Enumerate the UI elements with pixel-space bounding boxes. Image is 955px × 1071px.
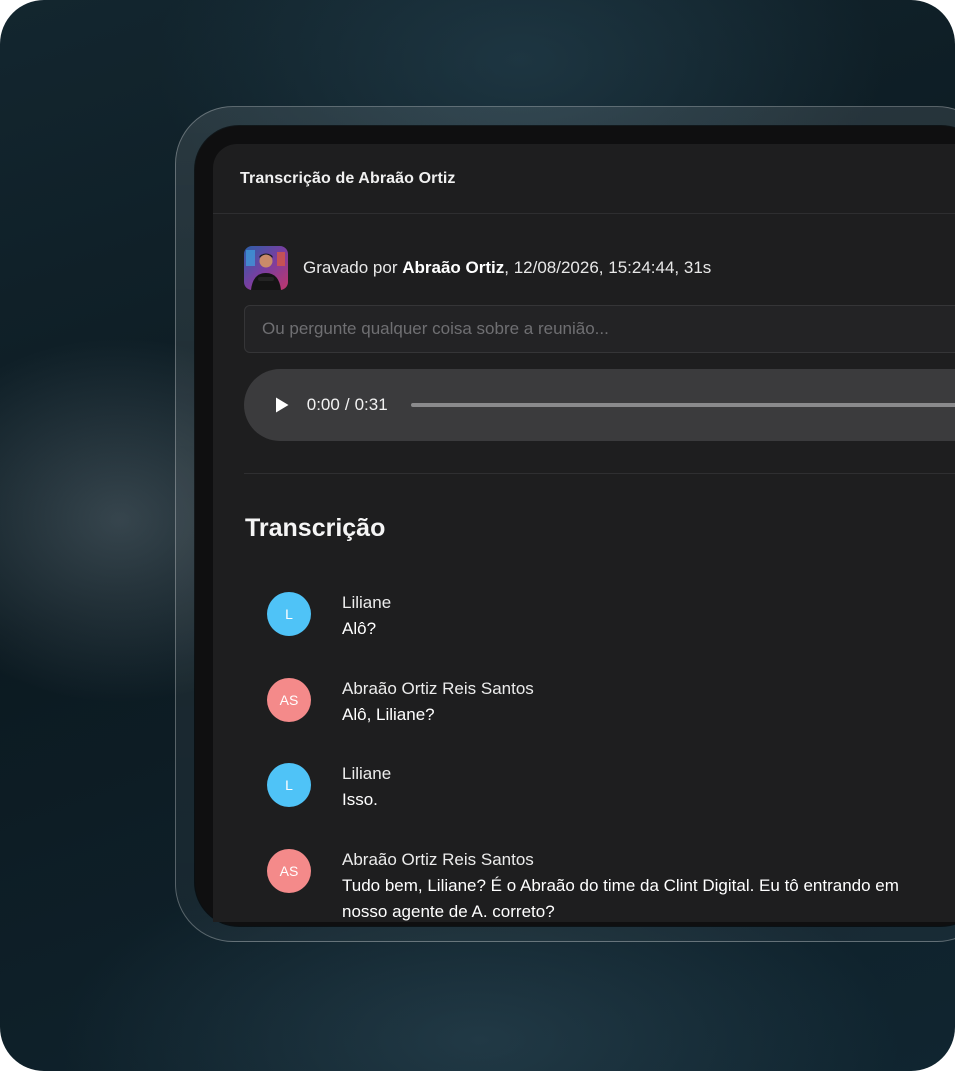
speaker-name: Abraão Ortiz Reis Santos [342,849,534,869]
panel-header: Transcrição de Abraão Ortiz [213,144,955,214]
play-icon [275,397,289,413]
section-divider [244,473,955,474]
recording-meta: Gravado por Abraão Ortiz, 12/08/2026, 15… [244,246,711,290]
speaker-avatar: L [267,592,311,636]
transcript-entry: AS Abraão Ortiz Reis Santos Tudo bem, Li… [267,847,955,923]
speaker-avatar: AS [267,677,311,722]
speaker-name: Abraão Ortiz Reis Santos [342,678,534,698]
transcript-list: L Liliane Alô? AS Abraão Ortiz Reis Sant… [267,590,955,922]
transcript-entry: AS Abraão Ortiz Reis Santos Alô, Liliane… [267,676,955,762]
transcript-entry-body: Abraão Ortiz Reis Santos Tudo bem, Lilia… [342,847,899,923]
recording-meta-text: Gravado por Abraão Ortiz, 12/08/2026, 15… [303,258,711,278]
recording-details: , 12/08/2026, 15:24:44, 31s [504,258,712,277]
recorder-avatar [244,246,288,290]
speaker-avatar: AS [267,848,311,893]
speaker-text: Isso. [342,790,378,809]
speaker-avatar: L [267,763,311,807]
transcript-entry-body: Liliane Isso. [342,761,391,813]
speaker-text: Tudo bem, Liliane? É o Abraão do time da… [342,875,899,895]
transcription-panel: Transcrição de Abraão Ortiz Gravado por … [213,144,955,922]
speaker-name: Liliane [342,764,392,783]
speaker-text: Alô, Liliane? [342,704,435,724]
transcript-entry: L Liliane Alô? [267,590,955,676]
ask-meeting-input[interactable] [244,305,955,353]
audio-time: 0:00/0:31 [307,395,388,415]
speaker-name: Liliane [342,593,392,612]
audio-player: 0:00/0:31 [244,369,955,441]
recorder-name: Abraão Ortiz [402,258,505,277]
time-separator: / [344,395,350,414]
transcript-section-title: Transcrição [245,514,386,542]
speaker-text-continued: nosso agente de A. correto? [342,901,555,921]
speaker-text: Alô? [342,619,377,638]
transcript-entry-body: Liliane Alô? [342,590,391,642]
panel-title: Transcrição de Abraão Ortiz [240,169,456,187]
audio-progress-bar[interactable] [410,403,955,407]
transcript-entry: L Liliane Isso. [267,761,955,847]
play-button[interactable] [270,393,294,417]
current-time: 0:00 [306,395,340,414]
recorded-by-label: Gravado por [303,258,398,277]
transcript-entry-body: Abraão Ortiz Reis Santos Alô, Liliane? [342,676,534,728]
duration: 0:31 [354,395,388,414]
